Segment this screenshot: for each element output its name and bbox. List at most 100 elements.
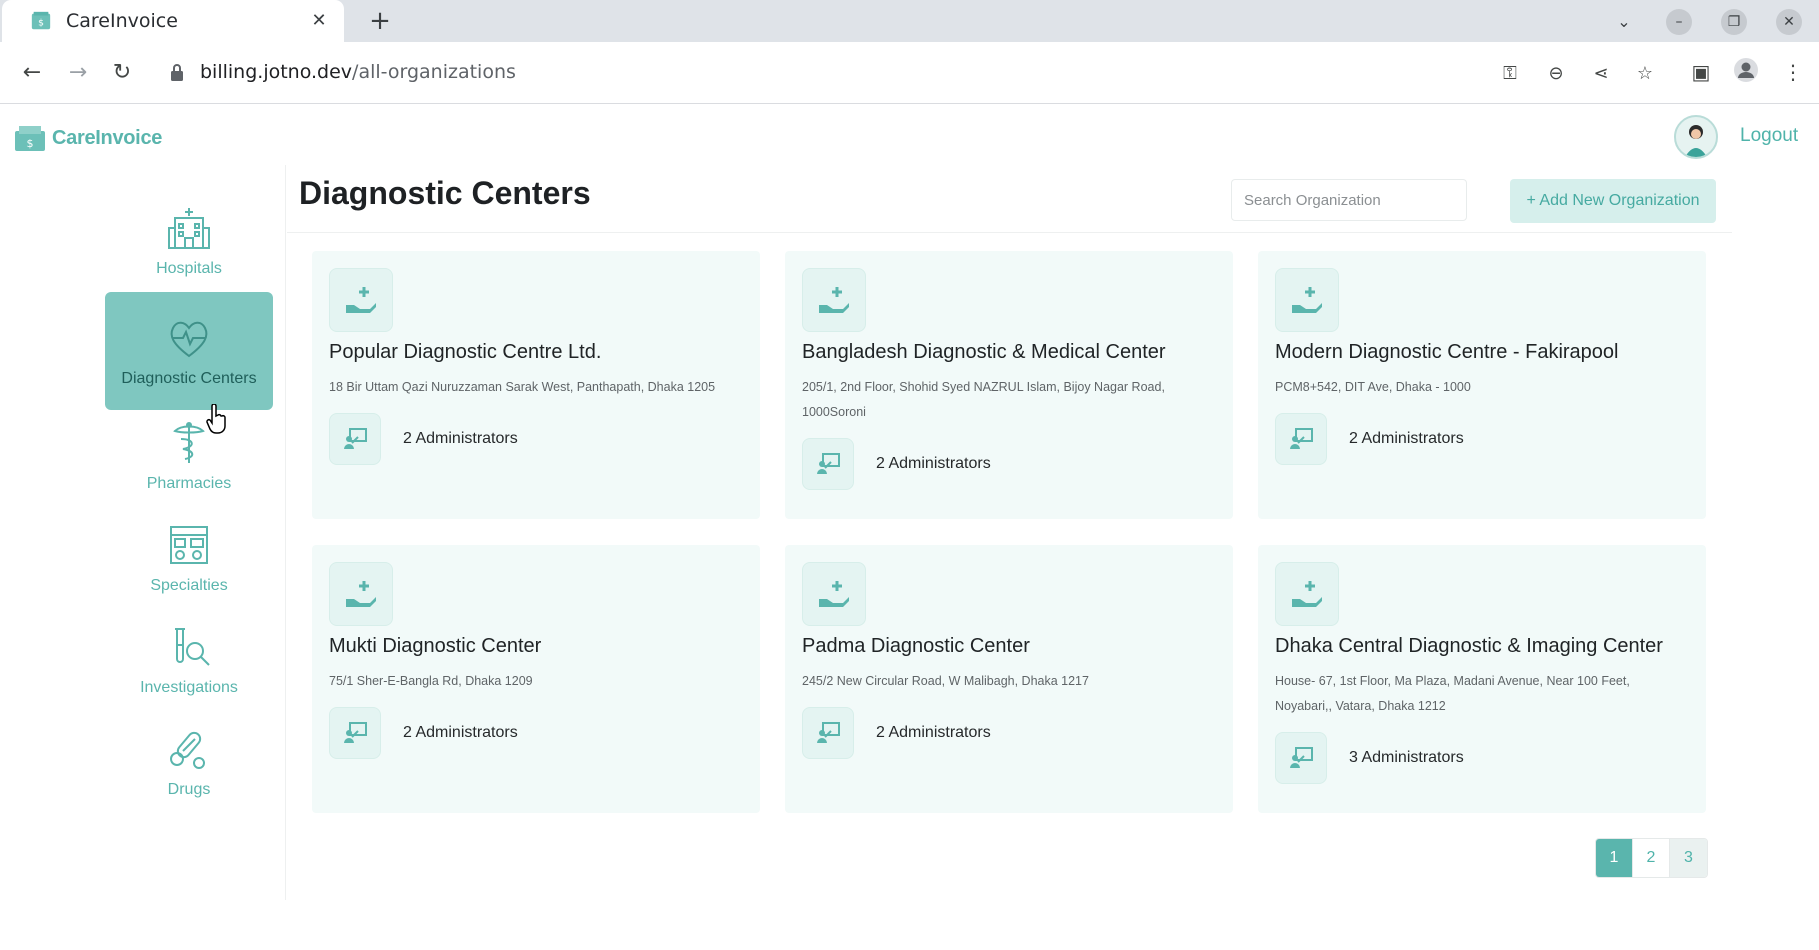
medical-hand-icon	[802, 562, 866, 626]
side-panel-icon[interactable]: ▣	[1686, 57, 1716, 87]
admin-count: 2 Administrators	[876, 724, 991, 741]
tab-title: CareInvoice	[66, 10, 178, 32]
organization-address: 75/1 Sher-E-Bangla Rd, Dhaka 1209	[329, 674, 533, 688]
organization-address: House- 67, 1st Floor, Ma Plaza, Madani A…	[1275, 674, 1630, 713]
admin-count-row: 2 Administrators	[329, 707, 518, 759]
organization-name[interactable]: Popular Diagnostic Centre Ltd.	[329, 341, 601, 364]
logout-link[interactable]: Logout	[1740, 125, 1798, 147]
url-path: /all-organizations	[352, 61, 516, 83]
admin-presentation-icon	[802, 438, 854, 490]
admin-count: 2 Administrators	[403, 724, 518, 741]
sidebar-item-investigations[interactable]: Investigations	[105, 601, 273, 719]
admin-presentation-icon	[802, 707, 854, 759]
svg-text:$: $	[38, 18, 44, 29]
organization-name[interactable]: Bangladesh Diagnostic & Medical Center	[802, 341, 1166, 364]
page-button-1[interactable]: 1	[1596, 839, 1633, 877]
admin-count-row: 2 Administrators	[802, 707, 991, 759]
browser-menu-icon[interactable]: ⋮	[1778, 57, 1808, 87]
organization-name[interactable]: Dhaka Central Diagnostic & Imaging Cente…	[1275, 635, 1663, 658]
organization-card[interactable]: Bangladesh Diagnostic & Medical Center 2…	[785, 251, 1233, 519]
tab-search-chevron-icon[interactable]: ⌄	[1610, 8, 1638, 36]
admin-count-row: 2 Administrators	[802, 438, 991, 490]
reload-icon[interactable]: ↻	[106, 57, 138, 89]
medical-hand-icon	[329, 268, 393, 332]
organization-address: 205/1, 2nd Floor, Shohid Syed NAZRUL Isl…	[802, 380, 1165, 419]
organization-address: PCM8+542, DIT Ave, Dhaka - 1000	[1275, 380, 1471, 394]
admin-count: 2 Administrators	[1349, 430, 1464, 447]
admin-presentation-icon	[329, 707, 381, 759]
admin-count-row: 3 Administrators	[1275, 732, 1464, 784]
investigation-icon	[175, 628, 210, 666]
browser-toolbar: ← → ↻ billing.jotno.dev/all-organization…	[0, 42, 1819, 104]
forward-icon[interactable]: →	[62, 57, 94, 89]
add-new-organization-button[interactable]: + Add New Organization	[1510, 179, 1716, 223]
medical-hand-icon	[802, 268, 866, 332]
sidebar-label-specialties: Specialties	[150, 577, 228, 594]
title-divider	[287, 232, 1732, 233]
search-organization-input[interactable]	[1231, 179, 1467, 221]
sidebar-label-investigations: Investigations	[140, 679, 238, 696]
admin-presentation-icon	[1275, 413, 1327, 465]
bookmark-star-icon[interactable]: ☆	[1633, 62, 1657, 86]
admin-presentation-icon	[329, 413, 381, 465]
invoice-logo-icon: $	[15, 126, 45, 151]
address-bar[interactable]: billing.jotno.dev/all-organizations ⚿ ⊖ …	[152, 50, 1670, 96]
sidebar-nav: Hospitals Diagnostic Centers Pharmacies …	[0, 165, 286, 900]
admin-count: 3 Administrators	[1349, 749, 1464, 766]
specialties-icon	[170, 526, 208, 564]
app-logo[interactable]: $ CareInvoice	[14, 123, 162, 153]
browser-tab[interactable]: $ CareInvoice ✕	[2, 0, 344, 42]
sidebar-item-diagnostic-centers[interactable]: Diagnostic Centers	[105, 292, 273, 410]
medical-hand-icon	[1275, 562, 1339, 626]
back-icon[interactable]: ←	[16, 57, 48, 89]
admin-presentation-icon	[1275, 732, 1327, 784]
mouse-cursor-hand-icon	[206, 404, 226, 434]
medical-hand-icon	[329, 562, 393, 626]
organization-card[interactable]: Modern Diagnostic Centre - Fakirapool PC…	[1258, 251, 1706, 519]
url-host: billing.jotno.dev	[200, 61, 353, 83]
sidebar-label-pharmacies: Pharmacies	[146, 475, 232, 492]
admin-count-row: 2 Administrators	[329, 413, 518, 465]
zoom-icon[interactable]: ⊖	[1544, 62, 1568, 86]
page-title: Diagnostic Centers	[299, 175, 591, 211]
tab-close-icon[interactable]: ✕	[308, 10, 330, 32]
organization-card[interactable]: Popular Diagnostic Centre Ltd. 18 Bir Ut…	[312, 251, 760, 519]
password-key-icon[interactable]: ⚿	[1498, 62, 1522, 86]
organization-name[interactable]: Padma Diagnostic Center	[802, 635, 1030, 658]
minimize-icon[interactable]: –	[1666, 9, 1692, 35]
organization-card[interactable]: Dhaka Central Diagnostic & Imaging Cente…	[1258, 545, 1706, 813]
page-button-3[interactable]: 3	[1670, 839, 1707, 877]
organization-address: 245/2 New Circular Road, W Malibagh, Dha…	[802, 674, 1089, 688]
heart-pulse-icon	[170, 321, 208, 358]
restore-icon[interactable]: ❐	[1721, 9, 1747, 35]
svg-text:$: $	[27, 137, 34, 150]
app-header: $ CareInvoice Logout	[0, 105, 1819, 165]
sidebar-item-drugs[interactable]: Drugs	[105, 703, 273, 821]
browser-tab-bar: $ CareInvoice ✕ + ⌄ – ❐ ✕	[0, 0, 1819, 42]
page-button-2[interactable]: 2	[1633, 839, 1670, 877]
sidebar-label-hospitals: Hospitals	[156, 260, 222, 277]
organization-name[interactable]: Mukti Diagnostic Center	[329, 635, 541, 658]
close-window-icon[interactable]: ✕	[1776, 9, 1802, 35]
organization-card[interactable]: Padma Diagnostic Center 245/2 New Circul…	[785, 545, 1233, 813]
careinvoice-favicon-icon: $	[31, 11, 51, 30]
hospital-icon	[168, 208, 210, 249]
sidebar-label-diagnostic-centers: Diagnostic Centers	[121, 370, 257, 387]
main-content: Diagnostic Centers + Add New Organizatio…	[287, 165, 1732, 900]
profile-icon[interactable]	[1731, 57, 1761, 87]
drugs-icon	[170, 731, 205, 769]
organization-card[interactable]: Mukti Diagnostic Center 75/1 Sher-E-Bang…	[312, 545, 760, 813]
medical-hand-icon	[1275, 268, 1339, 332]
user-avatar[interactable]	[1674, 115, 1718, 159]
pagination: 1 2 3	[1595, 838, 1708, 878]
user-avatar-icon	[1685, 125, 1707, 157]
sidebar-item-hospitals[interactable]: Hospitals	[105, 182, 273, 300]
sidebar-item-pharmacies[interactable]: Pharmacies	[105, 397, 273, 515]
lock-icon	[171, 64, 183, 81]
sidebar-label-drugs: Drugs	[167, 781, 211, 798]
admin-count: 2 Administrators	[876, 455, 991, 472]
new-tab-icon[interactable]: +	[366, 8, 394, 36]
share-icon[interactable]: ⋖	[1589, 62, 1613, 86]
organization-name[interactable]: Modern Diagnostic Centre - Fakirapool	[1275, 341, 1619, 364]
sidebar-item-specialties[interactable]: Specialties	[105, 499, 273, 617]
